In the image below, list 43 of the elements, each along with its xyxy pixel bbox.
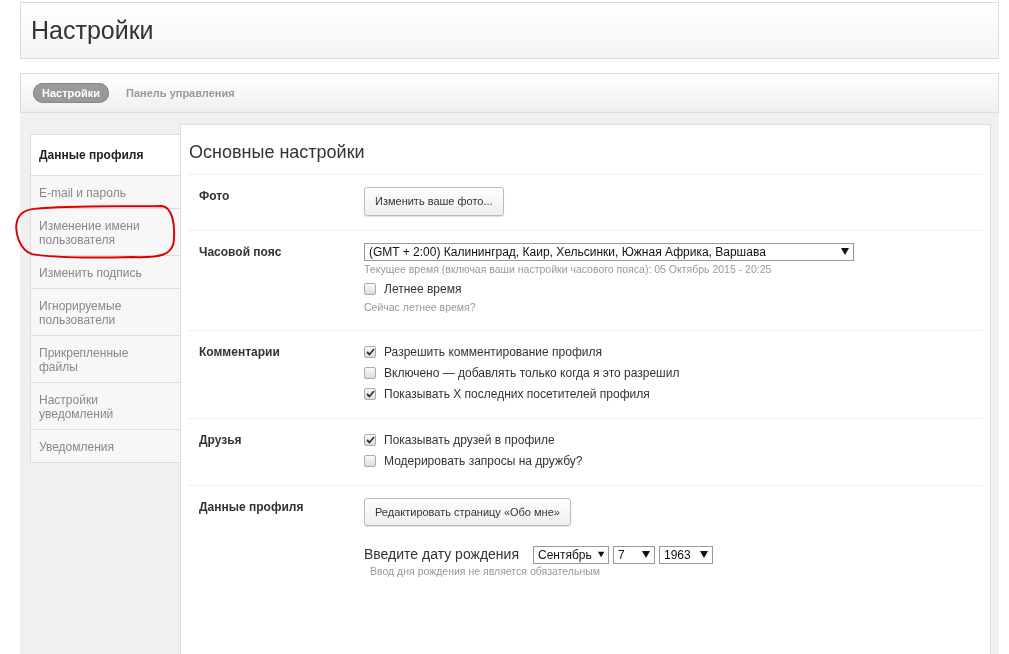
sidebar-item[interactable]: Игнорируемые пользователи	[31, 288, 180, 335]
action-button[interactable]: Изменить ваше фото...	[364, 187, 504, 216]
checkbox[interactable]	[364, 455, 376, 467]
checkbox-label: Разрешить комментирование профиля	[384, 344, 602, 360]
sidebar-item[interactable]: E-mail и пароль	[31, 175, 180, 208]
caret-icon	[700, 551, 708, 558]
dropdown[interactable]: Сентябрь	[533, 545, 609, 564]
help-text: Ввод дня рождения не является обязательным	[370, 565, 600, 578]
help-text: Текущее время (включая ваши настройки часового пояса): 05 Октябрь 2015 - 20:25	[364, 262, 772, 276]
field-label: Часовой пояс	[199, 243, 283, 261]
checkbox[interactable]	[364, 434, 376, 446]
caret-icon	[642, 551, 650, 558]
caret-icon	[841, 248, 849, 255]
sidebar-item[interactable]: Данные профиля	[31, 135, 180, 175]
field-label: Комментарии	[199, 343, 281, 361]
section-title: Основные настройки	[189, 141, 366, 164]
field-label: Данные профиля	[199, 498, 305, 516]
dropdown[interactable]: 1963	[659, 545, 713, 564]
page-title: Настройки	[31, 15, 155, 45]
dropdown[interactable]: 7	[613, 545, 655, 564]
checkbox[interactable]	[364, 367, 376, 379]
checkbox[interactable]	[364, 346, 376, 358]
sidebar-item[interactable]: Прикрепленные файлы	[31, 335, 180, 382]
sidebar-item[interactable]: Уведомления	[31, 429, 180, 462]
checkbox-label: Летнее время	[384, 281, 462, 297]
tab[interactable]: Настройки	[33, 82, 110, 104]
checkbox-label: Показывать X последних посетителей профиля	[384, 386, 650, 402]
field-label: Фото	[199, 188, 231, 205]
help-text: Сейчас летнее время?	[364, 300, 476, 314]
sidebar-item[interactable]: Настройки уведомлений	[31, 382, 180, 429]
checkbox[interactable]	[364, 283, 376, 295]
tab[interactable]: Панель управления	[117, 82, 244, 104]
sidebar-item[interactable]: Изменить подпись	[31, 255, 180, 288]
checkbox-label: Показывать друзей в профиле	[384, 432, 555, 448]
checkbox-label: Модерировать запросы на дружбу?	[384, 453, 583, 469]
field-label: Введите дату рождения	[364, 545, 519, 564]
caret-icon	[597, 551, 604, 558]
dropdown[interactable]: (GMT + 2:00) Калининград, Каир, Хельсинки, Южная Африка, Варшава	[364, 242, 854, 261]
field-label: Друзья	[199, 431, 243, 449]
action-button[interactable]: Редактировать страницу «Обо мне»	[364, 497, 571, 526]
checkbox[interactable]	[364, 388, 376, 400]
checkbox-label: Включено — добавлять только когда я это разрешил	[384, 365, 680, 381]
sidebar-item[interactable]: Изменение имени пользователя	[31, 208, 180, 255]
